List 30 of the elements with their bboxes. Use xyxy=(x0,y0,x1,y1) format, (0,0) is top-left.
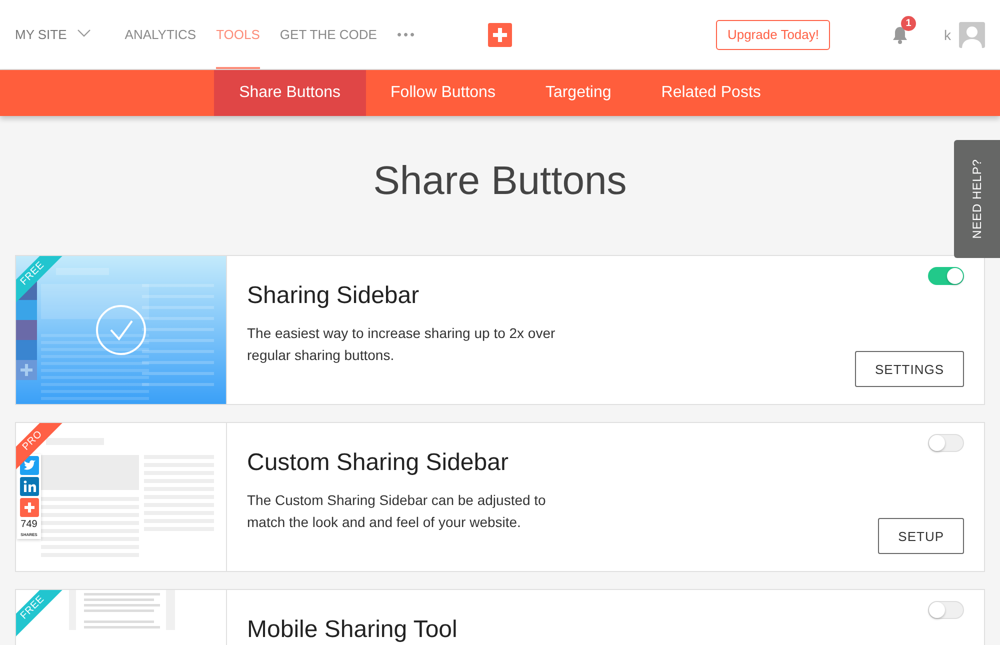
nav-link[interactable]: ANALYTICS xyxy=(124,0,196,69)
card-action-button[interactable]: SETUP xyxy=(878,518,964,554)
card-action-button[interactable]: SETTINGS xyxy=(854,351,964,387)
card-title: Mobile Sharing Tool xyxy=(247,616,458,644)
linkedin-icon xyxy=(20,477,38,496)
tab[interactable]: Share Buttons xyxy=(214,70,366,116)
toggle-switch[interactable] xyxy=(928,601,964,619)
card-title: Custom Sharing Sidebar xyxy=(247,449,510,477)
need-help-tab[interactable]: NEED HELP? xyxy=(954,140,1000,258)
share-count: 749 xyxy=(20,519,38,530)
upgrade-button[interactable]: Upgrade Today! xyxy=(716,20,830,50)
site-menu[interactable]: MY SITE xyxy=(15,27,91,42)
plus-icon xyxy=(20,498,38,517)
notification-badge: 1 xyxy=(901,16,916,30)
card-description: The Custom Sharing Sidebar can be adjusted to match the look and and feel of your website. xyxy=(247,491,547,532)
nav-link[interactable]: GET THE CODE xyxy=(280,0,377,69)
plus-logo-icon[interactable] xyxy=(488,23,512,47)
avatar-icon[interactable] xyxy=(959,22,985,48)
tab[interactable]: Follow Buttons xyxy=(366,70,520,116)
card-description: The easiest way to increase sharing up to 2x over regular sharing buttons. xyxy=(247,324,556,365)
page-title: Share Buttons xyxy=(373,158,627,204)
chevron-down-icon xyxy=(76,28,91,36)
toggle-switch[interactable] xyxy=(928,434,964,452)
user-name[interactable]: k xyxy=(944,26,951,42)
toggle-switch[interactable] xyxy=(928,267,964,285)
tab[interactable]: Targeting xyxy=(520,70,636,116)
tab[interactable]: Related Posts xyxy=(636,70,786,116)
card-title: Sharing Sidebar xyxy=(247,282,420,310)
more-menu[interactable]: ••• xyxy=(396,27,417,42)
bell-icon[interactable] xyxy=(892,26,908,44)
